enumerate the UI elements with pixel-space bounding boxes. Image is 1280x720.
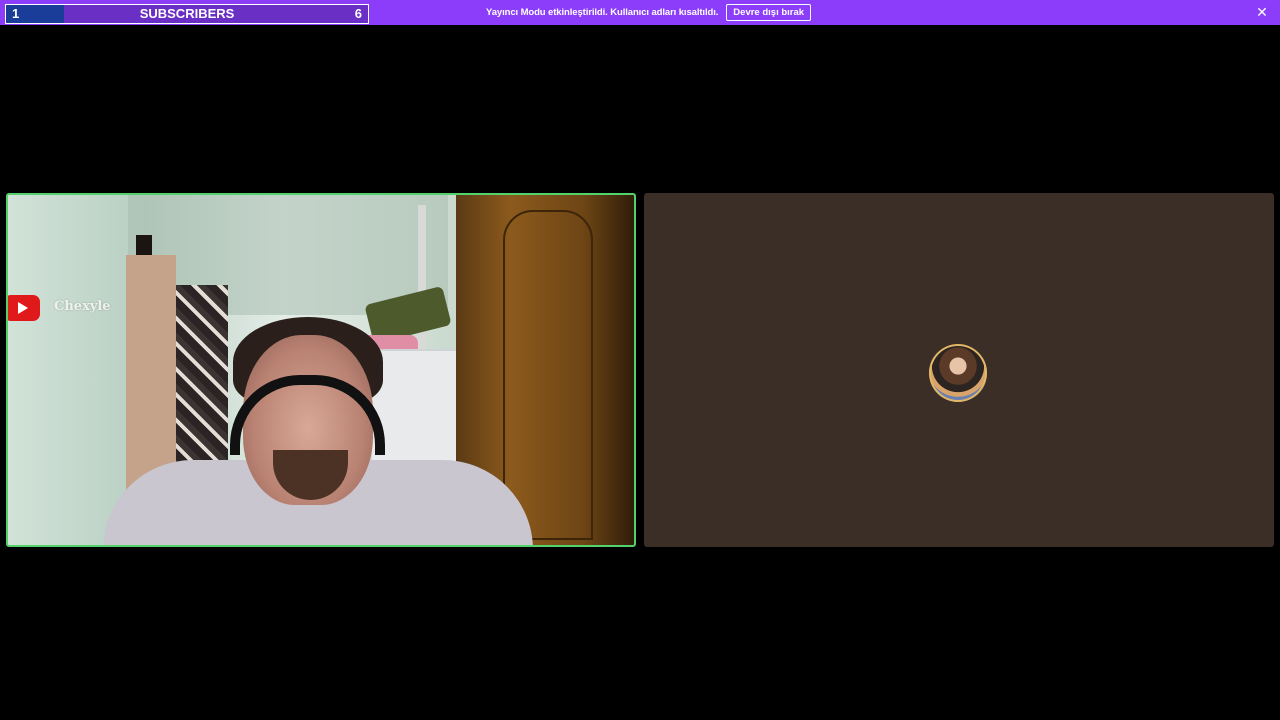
subscriber-goal-bar: SUBSCRIBERS 1 6 [5, 4, 369, 24]
participant-video-tile[interactable]: Chexyle [6, 193, 636, 547]
subscriber-goal-title: SUBSCRIBERS [139, 6, 235, 21]
subscriber-count: 1 [12, 6, 20, 21]
user-avatar[interactable] [929, 344, 987, 402]
banner-message: Yayıncı Modu etkinleştirildi. Kullanıcı … [486, 7, 719, 18]
webcam-feed [8, 195, 634, 545]
subscriber-goal-target: 6 [354, 6, 362, 21]
channel-name-overlay: Chexyle [54, 299, 111, 314]
youtube-icon [8, 295, 40, 321]
close-icon[interactable]: ✕ [1254, 4, 1270, 20]
participant-avatar-tile[interactable] [644, 193, 1274, 547]
disable-button[interactable]: Devre dışı bırak [726, 4, 812, 21]
banner-content: Yayıncı Modu etkinleştirildi. Kullanıcı … [486, 4, 812, 21]
